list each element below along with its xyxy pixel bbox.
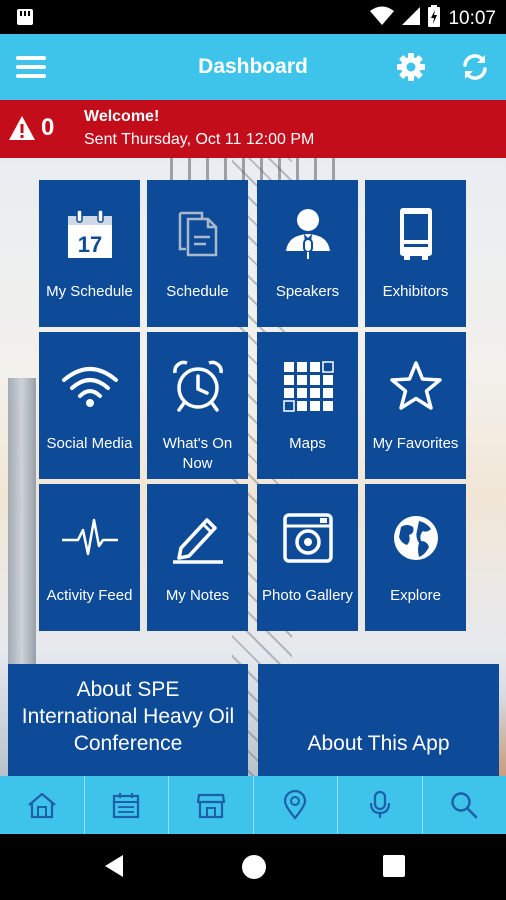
nav-search-button[interactable] [423, 776, 506, 834]
signal-icon [402, 7, 421, 30]
alert-timestamp: Sent Thursday, Oct 11 12:00 PM [84, 131, 315, 148]
microphone-icon [369, 790, 390, 818]
back-triangle-icon [105, 855, 123, 877]
nav-schedule-button[interactable] [85, 776, 169, 834]
tile-label: Schedule [166, 283, 229, 300]
pulse-icon [39, 508, 140, 568]
app-bar: Dashboard [0, 34, 506, 100]
tile-label: Activity Feed [46, 587, 133, 604]
warning-icon [8, 115, 36, 146]
settings-button[interactable] [395, 51, 427, 83]
alert-count: 0 [41, 114, 55, 141]
tile-label: Photo Gallery [262, 587, 353, 604]
camera-icon [257, 508, 358, 568]
globe-icon [365, 508, 466, 568]
alert-banner[interactable]: 0 Welcome! Sent Thursday, Oct 11 12:00 P… [0, 100, 506, 158]
about-app-label: About This App [307, 732, 450, 755]
tile-label: My Schedule [46, 283, 133, 300]
tile-my-notes[interactable]: My Notes [147, 484, 248, 631]
home-button[interactable] [242, 855, 266, 879]
tile-maps[interactable]: Maps [257, 332, 358, 479]
about-conference-tile[interactable]: About SPE International Heavy Oil Confer… [8, 664, 248, 781]
recents-button[interactable] [383, 855, 405, 877]
nav-home-button[interactable] [0, 776, 85, 834]
tile-photo-gallery[interactable]: Photo Gallery [257, 484, 358, 631]
search-icon [451, 792, 478, 819]
nav-maps-button[interactable] [254, 776, 338, 834]
map-pin-icon [284, 790, 307, 820]
pencil-icon [147, 508, 248, 568]
battery-icon [428, 5, 441, 32]
tile-speakers[interactable]: Speakers [257, 180, 358, 327]
back-button[interactable] [104, 854, 124, 883]
notification-icon [16, 8, 34, 31]
refresh-button[interactable] [459, 51, 491, 83]
calendar-17-icon: 17 [39, 204, 140, 264]
speaker-icon [257, 204, 358, 264]
tile-whats-on-now[interactable]: What's On Now [147, 332, 248, 479]
tile-my-schedule[interactable]: 17 My Schedule [39, 180, 140, 327]
tile-label: What's On Now [162, 435, 233, 472]
nav-speakers-button[interactable] [338, 776, 423, 834]
tile-schedule[interactable]: Schedule [147, 180, 248, 327]
tile-label: Explore [390, 587, 441, 604]
floor-map-icon [257, 356, 358, 416]
home-icon [28, 792, 56, 819]
about-conference-label: About SPE International Heavy Oil Confer… [21, 678, 235, 755]
nav-exhibitors-button[interactable] [169, 776, 254, 834]
page-title: Dashboard [198, 55, 308, 78]
calendar-day-number: 17 [77, 232, 101, 257]
tile-exhibitors[interactable]: Exhibitors [365, 180, 466, 327]
star-icon [365, 356, 466, 416]
tile-my-favorites[interactable]: My Favorites [365, 332, 466, 479]
wifi-icon [39, 356, 140, 416]
alarm-clock-icon [147, 356, 248, 416]
tile-social-media[interactable]: Social Media [39, 332, 140, 479]
booth-icon [365, 204, 466, 264]
gear-icon [397, 53, 425, 81]
tile-label: My Favorites [372, 435, 459, 452]
status-bar: 10:07 [0, 0, 506, 34]
tile-label: Maps [289, 435, 326, 452]
about-app-tile[interactable]: About This App [258, 664, 499, 781]
calendar-icon [113, 793, 140, 819]
tile-explore[interactable]: Explore [365, 484, 466, 631]
tile-label: Social Media [46, 435, 133, 452]
storefront-icon [196, 793, 225, 819]
bottom-nav [0, 776, 506, 834]
alert-title: Welcome! [84, 108, 160, 125]
tile-activity-feed[interactable]: Activity Feed [39, 484, 140, 631]
clock: 10:07 [448, 7, 496, 29]
tile-label: My Notes [165, 587, 230, 604]
system-navigation-bar [0, 834, 506, 900]
documents-icon [147, 204, 248, 264]
tile-label: Speakers [275, 283, 340, 300]
refresh-icon [463, 54, 487, 80]
tile-label: Exhibitors [382, 283, 449, 300]
wifi-status-icon [370, 6, 395, 31]
